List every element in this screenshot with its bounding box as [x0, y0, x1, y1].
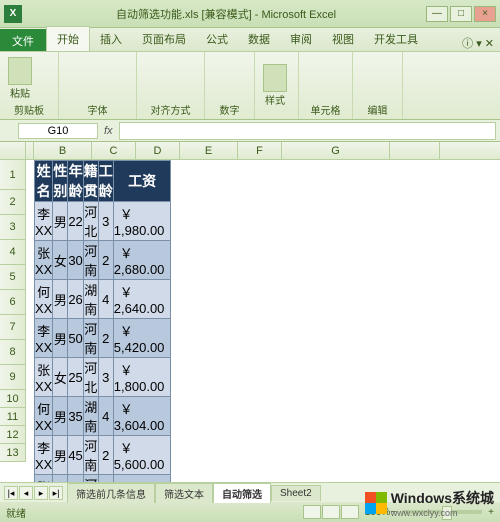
- delete-cells-icon[interactable]: [303, 71, 319, 85]
- copy-icon[interactable]: [38, 71, 54, 85]
- row-header[interactable]: 3: [0, 215, 26, 240]
- minimize-button[interactable]: —: [426, 6, 448, 22]
- col-header-H[interactable]: [390, 142, 440, 159]
- table-header-row: 姓名 性别 年龄 籍贯 工龄 工资: [35, 161, 171, 202]
- col-header-C[interactable]: C: [92, 142, 136, 159]
- font-controls[interactable]: [63, 56, 79, 70]
- table-row[interactable]: 李XX男22河北3￥1,980.00: [35, 202, 171, 241]
- tab-insert[interactable]: 插入: [90, 27, 132, 51]
- data-table[interactable]: 姓名 性别 年龄 籍贯 工龄 工资 李XX男22河北3￥1,980.00 张XX…: [34, 160, 171, 482]
- formula-bar-row: G10 fx: [0, 120, 500, 142]
- table-row[interactable]: 何XX男26湖南4￥2,640.00: [35, 280, 171, 319]
- windows-icon: [365, 492, 387, 514]
- column-headers[interactable]: B C D E F G: [0, 142, 500, 160]
- header-sex[interactable]: 性别: [53, 161, 68, 202]
- insert-cells-icon[interactable]: [303, 56, 319, 70]
- maximize-button[interactable]: □: [450, 6, 472, 22]
- view-normal-icon[interactable]: [303, 505, 321, 519]
- row-header[interactable]: 4: [0, 240, 26, 265]
- table-row[interactable]: 张XX女30河南2￥2,680.00: [35, 241, 171, 280]
- fx-icon[interactable]: fx: [98, 125, 119, 137]
- formula-bar[interactable]: [119, 122, 496, 140]
- tab-file[interactable]: 文件: [0, 29, 46, 51]
- tab-view[interactable]: 视图: [322, 27, 364, 51]
- format-painter-icon[interactable]: [38, 86, 54, 100]
- name-box[interactable]: G10: [18, 123, 98, 139]
- select-all-corner[interactable]: [0, 142, 26, 159]
- sheet-tab[interactable]: 筛选文本: [155, 483, 213, 503]
- row-header[interactable]: 7: [0, 315, 26, 340]
- tab-review[interactable]: 审阅: [280, 27, 322, 51]
- style-button[interactable]: 样式: [259, 62, 291, 109]
- find-icon[interactable]: [357, 86, 373, 100]
- row-header[interactable]: 5: [0, 265, 26, 290]
- row-header[interactable]: 8: [0, 340, 26, 365]
- close-button[interactable]: ×: [474, 6, 496, 22]
- row-header[interactable]: 9: [0, 365, 26, 390]
- group-font: 字体: [63, 102, 132, 117]
- row-header[interactable]: 11: [0, 408, 26, 426]
- tab-formulas[interactable]: 公式: [196, 27, 238, 51]
- table-row[interactable]: 李XX男45河南2￥5,600.00: [35, 436, 171, 475]
- group-editing: 编辑: [357, 102, 398, 117]
- group-align: 对齐方式: [141, 102, 200, 117]
- window-titlebar: X 自动筛选功能.xls [兼容模式] - Microsoft Excel — …: [0, 0, 500, 28]
- spreadsheet-grid[interactable]: B C D E F G 1 2 3 4 5 6 7 8 9 10 11 12 1…: [0, 142, 500, 482]
- table-row[interactable]: 张XX女25河北3￥1,800.00: [35, 358, 171, 397]
- number-controls[interactable]: [209, 64, 225, 78]
- col-header-A[interactable]: [26, 142, 34, 159]
- tab-layout[interactable]: 页面布局: [132, 27, 196, 51]
- col-header-F[interactable]: F: [238, 142, 282, 159]
- sheet-nav-last[interactable]: ▸|: [49, 486, 63, 500]
- tab-data[interactable]: 数据: [238, 27, 280, 51]
- sheet-nav-next[interactable]: ▸: [34, 486, 48, 500]
- ribbon-tabs: 文件 开始 插入 页面布局 公式 数据 审阅 视图 开发工具 ⓘ ▾ ✕: [0, 28, 500, 52]
- header-name[interactable]: 姓名: [35, 161, 53, 202]
- help-icon[interactable]: ⓘ ▾ ✕: [462, 35, 494, 51]
- col-header-D[interactable]: D: [136, 142, 180, 159]
- sheet-nav-first[interactable]: |◂: [4, 486, 18, 500]
- row-header[interactable]: 2: [0, 190, 26, 215]
- paste-icon: [8, 57, 32, 85]
- row-header[interactable]: 13: [0, 444, 26, 462]
- row-header[interactable]: 12: [0, 426, 26, 444]
- group-cells: 单元格: [303, 102, 348, 117]
- format-cells-icon[interactable]: [303, 86, 319, 100]
- sheet-tab-active[interactable]: 自动筛选: [213, 483, 271, 503]
- row-header[interactable]: 6: [0, 290, 26, 315]
- col-header-E[interactable]: E: [180, 142, 238, 159]
- row-headers[interactable]: 1 2 3 4 5 6 7 8 9 10 11 12 13: [0, 160, 26, 462]
- col-header-G[interactable]: G: [282, 142, 390, 159]
- header-seniority[interactable]: 工龄: [98, 161, 113, 202]
- align-controls[interactable]: [141, 56, 157, 70]
- view-pagebreak-icon[interactable]: [341, 505, 359, 519]
- group-clipboard: 剪贴板: [4, 102, 54, 117]
- header-origin[interactable]: 籍贯: [83, 161, 98, 202]
- tab-dev[interactable]: 开发工具: [364, 27, 428, 51]
- autosum-icon[interactable]: [357, 56, 373, 70]
- sort-icon[interactable]: [357, 71, 373, 85]
- sheet-tab[interactable]: Sheet2: [271, 485, 321, 501]
- paste-button[interactable]: 粘贴: [4, 55, 36, 102]
- window-title: 自动筛选功能.xls [兼容模式] - Microsoft Excel: [26, 6, 426, 22]
- header-salary[interactable]: 工资: [113, 161, 171, 202]
- cut-icon[interactable]: [38, 56, 54, 70]
- row-header[interactable]: 1: [0, 160, 26, 190]
- table-row[interactable]: 李XX男50河南2￥5,420.00: [35, 319, 171, 358]
- table-row[interactable]: 何XX男35湖南4￥3,604.00: [35, 397, 171, 436]
- group-number: 数字: [209, 102, 250, 117]
- sheet-tab[interactable]: 筛选前几条信息: [67, 483, 155, 503]
- status-ready: 就绪: [6, 505, 26, 520]
- ribbon: 粘贴 剪贴板 字体 对齐方式 数字 样式 单元格 编辑: [0, 52, 500, 120]
- col-header-B[interactable]: B: [34, 142, 92, 159]
- row-header[interactable]: 10: [0, 390, 26, 408]
- excel-icon: X: [4, 5, 22, 23]
- header-age[interactable]: 年龄: [68, 161, 83, 202]
- view-layout-icon[interactable]: [322, 505, 340, 519]
- tab-home[interactable]: 开始: [46, 26, 90, 51]
- style-icon: [263, 64, 287, 92]
- sheet-nav-prev[interactable]: ◂: [19, 486, 33, 500]
- watermark: Windows系统城 www.wxclyy.com: [365, 488, 494, 518]
- table-row[interactable]: 张XX女28河北3￥1,200.00: [35, 475, 171, 483]
